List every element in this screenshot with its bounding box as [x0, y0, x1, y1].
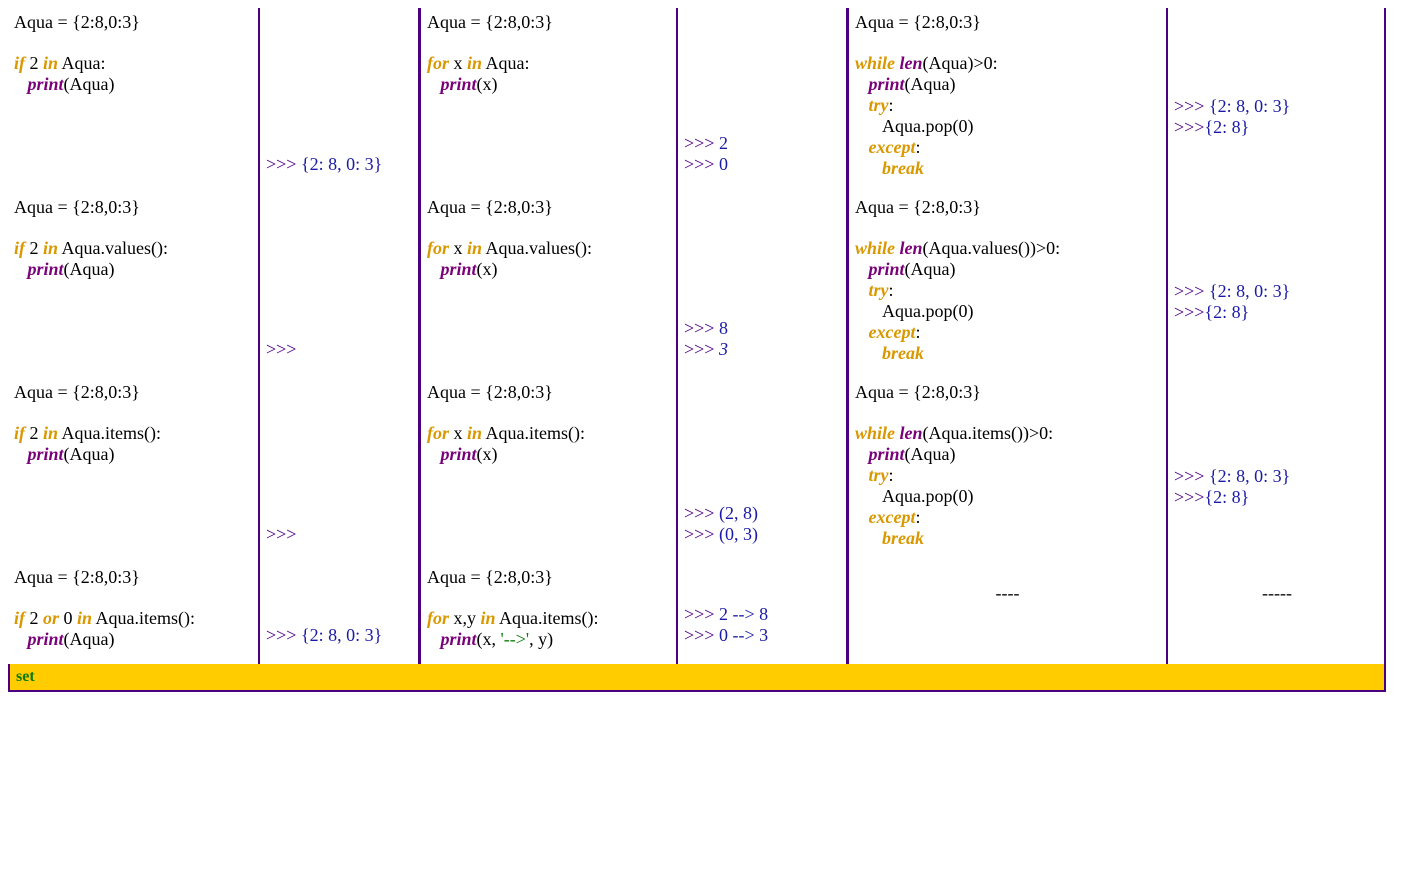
- code-line: break: [855, 343, 1160, 364]
- output-cell: >>> {2: 8, 0: 3}: [258, 563, 418, 664]
- code-line: Aqua = {2:8,0:3}: [855, 12, 1160, 33]
- code-line: Aqua.pop(0): [855, 116, 1160, 137]
- code-line: Aqua = {2:8,0:3}: [427, 382, 670, 403]
- code-line: print(Aqua): [14, 444, 252, 465]
- code-line: while len(Aqua.items())>0:: [855, 423, 1160, 444]
- output-line: >>> 8: [684, 318, 840, 339]
- code-cell-if-aqua: Aqua = {2:8,0:3} if 2 in Aqua: print(Aqu…: [8, 8, 258, 193]
- code-line: except:: [855, 137, 1160, 158]
- code-line: print(Aqua): [14, 259, 252, 280]
- code-cell-while-items: Aqua = {2:8,0:3} while len(Aqua.items())…: [846, 378, 1166, 563]
- code-line: try:: [855, 280, 1160, 301]
- code-line: print(Aqua): [855, 444, 1160, 465]
- code-line: Aqua = {2:8,0:3}: [427, 567, 670, 588]
- code-line: Aqua = {2:8,0:3}: [14, 197, 252, 218]
- code-line: try:: [855, 465, 1160, 486]
- code-cell-while-aqua: Aqua = {2:8,0:3} while len(Aqua)>0: prin…: [846, 8, 1166, 193]
- output-line: >>> 3: [684, 339, 840, 360]
- code-line: Aqua = {2:8,0:3}: [427, 197, 670, 218]
- output-cell: >>> 2 --> 8 >>> 0 --> 3: [676, 563, 846, 664]
- empty-cell: -----: [1166, 563, 1386, 664]
- code-line: print(Aqua): [14, 629, 252, 650]
- code-line: break: [855, 528, 1160, 549]
- code-line: Aqua = {2:8,0:3}: [14, 12, 252, 33]
- section-header-set: set: [8, 664, 1386, 692]
- output-line: >>> {2: 8, 0: 3}: [266, 625, 412, 646]
- output-line: >>> 2: [684, 133, 840, 154]
- output-line: >>> 0: [684, 154, 840, 175]
- code-line: if 2 in Aqua.items():: [14, 423, 252, 444]
- code-line: print(x, '-->', y): [427, 629, 670, 650]
- code-line: Aqua = {2:8,0:3}: [14, 567, 252, 588]
- code-line: try:: [855, 95, 1160, 116]
- code-line: if 2 or 0 in Aqua.items():: [14, 608, 252, 629]
- code-line: print(Aqua): [855, 74, 1160, 95]
- output-line: >>> (0, 3): [684, 524, 840, 545]
- code-line: Aqua = {2:8,0:3}: [855, 382, 1160, 403]
- code-line: break: [855, 158, 1160, 179]
- output-line: >>> (2, 8): [684, 503, 840, 524]
- code-line: Aqua.pop(0): [855, 486, 1160, 507]
- code-line: Aqua.pop(0): [855, 301, 1160, 322]
- code-line: print(x): [427, 444, 670, 465]
- code-line: print(x): [427, 74, 670, 95]
- output-cell: >>> 8 >>> 3: [676, 193, 846, 378]
- output-line: >>> {2: 8, 0: 3}: [266, 154, 412, 175]
- output-line: >>>{2: 8}: [1174, 117, 1380, 138]
- output-cell: >>> 2 >>> 0: [676, 8, 846, 193]
- code-cell-if-values: Aqua = {2:8,0:3} if 2 in Aqua.values(): …: [8, 193, 258, 378]
- code-line: print(Aqua): [855, 259, 1160, 280]
- output-line: >>> 2 --> 8: [684, 604, 840, 625]
- code-line: for x in Aqua.items():: [427, 423, 670, 444]
- code-cell-for-values: Aqua = {2:8,0:3} for x in Aqua.values():…: [418, 193, 676, 378]
- output-line: >>>{2: 8}: [1174, 302, 1380, 323]
- code-line: for x in Aqua.values():: [427, 238, 670, 259]
- output-line: >>> {2: 8, 0: 3}: [1174, 281, 1380, 302]
- code-line: for x in Aqua:: [427, 53, 670, 74]
- code-cell-while-values: Aqua = {2:8,0:3} while len(Aqua.values()…: [846, 193, 1166, 378]
- code-cell-for-aqua: Aqua = {2:8,0:3} for x in Aqua: print(x): [418, 8, 676, 193]
- output-line: >>>{2: 8}: [1174, 487, 1380, 508]
- code-line: while len(Aqua)>0:: [855, 53, 1160, 74]
- code-cell-if-or-items: Aqua = {2:8,0:3} if 2 or 0 in Aqua.items…: [8, 563, 258, 664]
- code-line: if 2 in Aqua:: [14, 53, 252, 74]
- output-cell: >>> {2: 8, 0: 3} >>>{2: 8}: [1166, 8, 1386, 193]
- dash-placeholder: -----: [1262, 583, 1292, 603]
- output-cell: >>> {2: 8, 0: 3} >>>{2: 8}: [1166, 378, 1386, 563]
- code-line: print(Aqua): [14, 74, 252, 95]
- code-cell-if-items: Aqua = {2:8,0:3} if 2 in Aqua.items(): p…: [8, 378, 258, 563]
- output-line: >>> 0 --> 3: [684, 625, 840, 646]
- output-line: >>>: [266, 339, 412, 360]
- output-cell: >>> {2: 8, 0: 3}: [258, 8, 418, 193]
- code-line: except:: [855, 322, 1160, 343]
- output-cell: >>> {2: 8, 0: 3} >>>{2: 8}: [1166, 193, 1386, 378]
- code-line: except:: [855, 507, 1160, 528]
- output-line: >>> {2: 8, 0: 3}: [1174, 466, 1380, 487]
- output-line: >>> {2: 8, 0: 3}: [1174, 96, 1380, 117]
- code-cell-for-xy-items: Aqua = {2:8,0:3} for x,y in Aqua.items()…: [418, 563, 676, 664]
- code-line: Aqua = {2:8,0:3}: [855, 197, 1160, 218]
- output-cell: >>>: [258, 193, 418, 378]
- code-line: for x,y in Aqua.items():: [427, 608, 670, 629]
- code-line: Aqua = {2:8,0:3}: [427, 12, 670, 33]
- code-line: while len(Aqua.values())>0:: [855, 238, 1160, 259]
- empty-cell: ----: [846, 563, 1166, 664]
- code-cell-for-items: Aqua = {2:8,0:3} for x in Aqua.items(): …: [418, 378, 676, 563]
- dash-placeholder: ----: [996, 583, 1020, 603]
- output-cell: >>>: [258, 378, 418, 563]
- code-line: Aqua = {2:8,0:3}: [14, 382, 252, 403]
- code-comparison-grid: Aqua = {2:8,0:3} if 2 in Aqua: print(Aqu…: [8, 8, 1386, 664]
- output-cell: >>> (2, 8) >>> (0, 3): [676, 378, 846, 563]
- output-line: >>>: [266, 524, 412, 545]
- code-line: print(x): [427, 259, 670, 280]
- code-line: if 2 in Aqua.values():: [14, 238, 252, 259]
